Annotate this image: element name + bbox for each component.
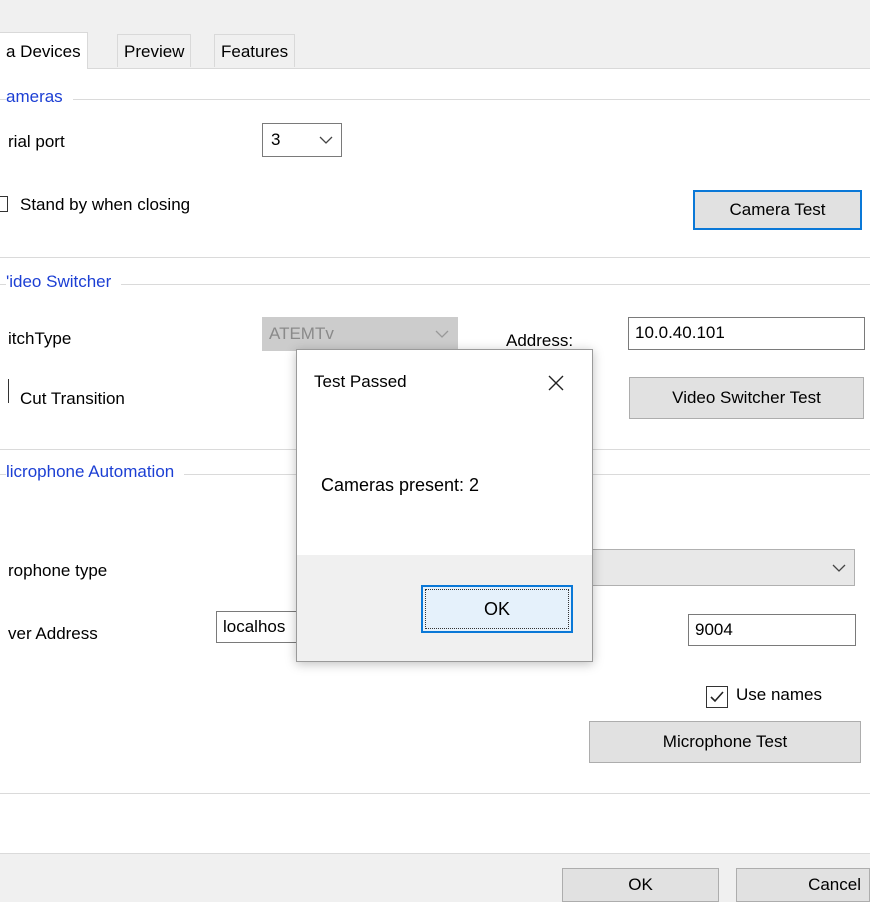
tab-features[interactable]: Features bbox=[214, 34, 296, 67]
bottom-divider bbox=[0, 793, 870, 794]
video-switcher-test-button[interactable]: Video Switcher Test bbox=[629, 377, 864, 419]
tab-preview-label: Preview bbox=[124, 42, 185, 61]
address-label: Address: bbox=[506, 331, 574, 350]
dialog-footer: OK bbox=[297, 555, 592, 661]
tab-features-label: Features bbox=[221, 42, 289, 61]
port-input[interactable]: 9004 bbox=[688, 614, 856, 646]
microphone-type-label: rophone type bbox=[8, 561, 108, 580]
test-passed-dialog: Test Passed Cameras present: 2 OK bbox=[296, 349, 593, 662]
standby-label: Stand by when closing bbox=[20, 195, 191, 214]
footer-cancel-button[interactable]: Cancel bbox=[736, 868, 870, 902]
checkmark-icon bbox=[710, 691, 724, 703]
camera-test-button[interactable]: Camera Test bbox=[693, 190, 862, 230]
cameras-group-title: ameras bbox=[6, 87, 73, 107]
use-names-label: Use names bbox=[736, 685, 822, 704]
focus-rect bbox=[425, 589, 569, 629]
video-switcher-group-rule bbox=[0, 284, 870, 285]
standby-checkbox[interactable] bbox=[0, 196, 8, 212]
serial-port-select[interactable]: 3 bbox=[262, 123, 342, 157]
switch-type-select[interactable]: ATEMTv bbox=[262, 317, 458, 351]
chevron-down-icon bbox=[319, 136, 333, 144]
use-names-checkbox[interactable] bbox=[706, 686, 728, 708]
video-switcher-group-title: 'ideo Switcher bbox=[6, 272, 122, 292]
server-address-input[interactable]: localhos bbox=[216, 611, 306, 643]
chevron-down-icon bbox=[832, 564, 846, 572]
switch-type-value: ATEMTv bbox=[269, 324, 334, 343]
address-input[interactable]: 10.0.40.101 bbox=[628, 317, 865, 350]
tab-devices-label: a Devices bbox=[6, 42, 81, 61]
tab-preview[interactable]: Preview bbox=[117, 34, 192, 67]
server-address-label: ver Address bbox=[8, 624, 98, 643]
microphone-test-button[interactable]: Microphone Test bbox=[589, 721, 861, 763]
dialog-title: Test Passed bbox=[314, 372, 407, 391]
serial-port-label: rial port bbox=[8, 132, 65, 151]
footer-bar: OK Cancel bbox=[0, 853, 870, 902]
serial-port-value: 3 bbox=[271, 130, 281, 149]
cameras-group-rule bbox=[0, 99, 870, 100]
dialog-ok-button[interactable]: OK bbox=[421, 585, 573, 633]
microphone-group-title: licrophone Automation bbox=[6, 462, 185, 482]
chevron-down-icon bbox=[435, 330, 449, 338]
tab-strip: a Devices Preview Features bbox=[0, 32, 870, 69]
cut-transition-checkbox[interactable] bbox=[8, 379, 9, 403]
cut-transition-label: Cut Transition bbox=[20, 389, 125, 408]
close-icon[interactable] bbox=[547, 374, 565, 392]
footer-ok-button[interactable]: OK bbox=[562, 868, 719, 902]
video-switcher-divider bbox=[0, 257, 870, 258]
switch-type-label: itchType bbox=[8, 329, 72, 348]
dialog-message: Cameras present: 2 bbox=[321, 475, 480, 495]
tab-devices[interactable]: a Devices bbox=[0, 32, 88, 69]
